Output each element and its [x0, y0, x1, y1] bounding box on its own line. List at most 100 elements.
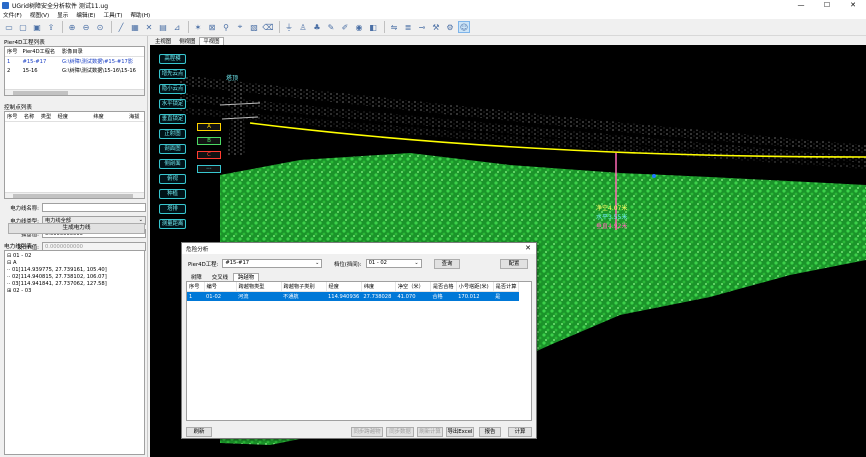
query-button[interactable]: 查询 [434, 259, 460, 269]
paint-icon[interactable]: ✎ [325, 21, 337, 33]
tree-node-point[interactable]: ·· 01[114.939775, 27.739161, 105.40] [7, 267, 142, 274]
horizontal-scrollbar[interactable] [5, 192, 144, 198]
col-lat[interactable]: 纬度 [361, 282, 396, 292]
chart-tool-icon[interactable]: ▤ [157, 21, 169, 33]
save-icon[interactable]: ▣ [31, 21, 43, 33]
col-subtype[interactable]: 跨越物子类别 [281, 282, 327, 292]
link-icon[interactable]: ⚲ [220, 21, 232, 33]
phase-a-button[interactable]: A [197, 123, 221, 131]
flip-icon[interactable]: ⇋ [388, 21, 400, 33]
image-icon[interactable]: ▧ [248, 21, 260, 33]
grid-tool-icon[interactable]: ▦ [129, 21, 141, 33]
settings-icon[interactable]: ⚙ [444, 21, 456, 33]
tree-node-span-02-03[interactable]: ⊞ 02 - 03 [7, 288, 142, 295]
control-point-list[interactable]: 序号 名称 类型 经度 纬度 海拔 [4, 111, 145, 199]
clean-icon[interactable]: ✶ [192, 21, 204, 33]
ctrl-col-lat[interactable]: 纬度 [91, 112, 128, 122]
close-button[interactable]: ✕ [840, 0, 866, 10]
ctrl-col-name[interactable]: 名称 [21, 112, 39, 122]
refresh-button[interactable]: 刷新 [186, 427, 212, 437]
tree-node-phase-a[interactable]: ⊟ A [7, 260, 142, 267]
menu-view[interactable]: 视图(V) [30, 11, 49, 19]
col-index[interactable]: 序号 [187, 282, 205, 292]
ortho-button[interactable]: 正射图 [159, 129, 186, 139]
zoom-fit-icon[interactable]: ⊙ [94, 21, 106, 33]
tower-icon[interactable]: ♙ [297, 21, 309, 33]
table-row[interactable]: 1 01-02 河流 不通航 114.940936 27.738028 41.0… [187, 291, 519, 301]
menu-tools[interactable]: 工具(T) [103, 11, 122, 19]
tree-node-point[interactable]: ·· 03[114.941841, 27.737062, 127.58] [7, 281, 142, 288]
horizontal-scrollbar[interactable] [5, 89, 144, 95]
report-button[interactable]: 报告 [479, 427, 501, 437]
compute-button[interactable]: 计算 [508, 427, 532, 437]
pier-project-list[interactable]: 序号 Pier4D工程名 影像目录 1 #15-#17 G:\树障\测试数据\#… [4, 46, 145, 96]
ctrl-col-type[interactable]: 类型 [38, 112, 56, 122]
span-select[interactable]: 01 - 02 ⌄ [365, 259, 422, 268]
hide-points-button[interactable]: 隐小云点 [159, 84, 186, 94]
close-icon[interactable]: ✕ [525, 244, 531, 252]
ctrl-col-lon[interactable]: 经度 [55, 112, 92, 122]
menu-edit[interactable]: 编辑(E) [76, 11, 95, 19]
tree-node-span-01-02[interactable]: ⊟ 01 - 02 [7, 253, 142, 260]
menu-display[interactable]: 显示 [57, 11, 68, 19]
zoom-out-icon[interactable]: ⊖ [80, 21, 92, 33]
top-view-button[interactable]: 俯视 [159, 174, 186, 184]
config-button[interactable]: 配置 [500, 259, 528, 269]
phase-b-button[interactable]: B [197, 137, 221, 145]
open-folder-icon[interactable]: ▭ [3, 21, 15, 33]
tree-node-point[interactable]: ·· 02[114.940815, 27.738102, 106.07] [7, 274, 142, 281]
tab-plan-view[interactable]: 平视图 [199, 37, 224, 45]
person-icon[interactable]: ☺ [458, 21, 470, 33]
layers-icon[interactable]: ≣ [402, 21, 414, 33]
tree-icon[interactable]: ♣ [311, 21, 323, 33]
vertical-lock-button[interactable]: 垂直锁定 [159, 114, 186, 124]
table-row[interactable]: 2 15-16 G:\树障\测试数据\15-16\15-16 [5, 66, 144, 75]
col-type[interactable]: 跨越物类型 [236, 282, 282, 292]
measure-icon[interactable]: ⊸ [416, 21, 428, 33]
pin-icon[interactable]: ⌖ [234, 21, 246, 33]
pier-col-index[interactable]: 序号 [5, 47, 21, 57]
section-button[interactable]: 剖面图 [159, 144, 186, 154]
horizontal-lock-button[interactable]: 水平锁定 [159, 99, 186, 109]
tab-main-view[interactable]: 主视图 [151, 37, 175, 45]
project-select[interactable]: #15-#17 ⌄ [222, 259, 323, 268]
col-tower-distance[interactable]: 小号塔距(米) [456, 282, 494, 292]
col-lon[interactable]: 经度 [326, 282, 362, 292]
wrench-icon[interactable]: ⚒ [430, 21, 442, 33]
ground-points-button[interactable]: ⋯ [197, 165, 221, 173]
zoom-in-icon[interactable]: ⊕ [66, 21, 78, 33]
delete-box-icon[interactable]: ⊠ [206, 21, 218, 33]
elevation-mode-button[interactable]: 高程模 [159, 54, 186, 64]
export-excel-button[interactable]: 导出Excel [446, 427, 474, 437]
menu-file[interactable]: 文件(F) [3, 11, 22, 19]
export-icon[interactable]: ⇪ [45, 21, 57, 33]
measure-distance-button[interactable]: 测量距离 [159, 219, 186, 229]
pylon-icon[interactable]: ⏚ [283, 21, 295, 33]
pen-icon[interactable]: ✐ [339, 21, 351, 33]
minimize-button[interactable]: — [788, 0, 814, 10]
plant-button[interactable]: 种植 [159, 189, 186, 199]
maximize-button[interactable]: ☐ [814, 0, 840, 10]
table-row[interactable]: 1 #15-#17 G:\树障\测试数据\#15-#17影 [5, 57, 144, 67]
sync-crossing-button[interactable]: 同步跨越物 [351, 427, 383, 437]
power-line-tree[interactable]: ⊟ 01 - 02 ⊟ A ·· 01[114.939775, 27.73916… [4, 250, 145, 455]
phase-c-button[interactable]: C [197, 151, 221, 159]
menu-help[interactable]: 帮助(H) [130, 11, 150, 19]
ctrl-col-alt[interactable]: 海拔 [127, 112, 144, 122]
tab-side-view[interactable]: 侧视图 [175, 37, 199, 45]
col-qualified[interactable]: 是否合格 [430, 282, 457, 292]
ruler-tool-icon[interactable]: ⊿ [171, 21, 183, 33]
crossing-object-table[interactable]: 序号 编号 跨越物类型 跨越物子类别 经度 纬度 净空（米） 是否合格 小号塔距… [186, 281, 532, 421]
col-clearance[interactable]: 净空（米） [395, 282, 431, 292]
sync-data-button[interactable]: 同步数据 [386, 427, 414, 437]
side-section-button[interactable]: 侧剖面 [159, 159, 186, 169]
pier-col-dir[interactable]: 影像目录 [59, 47, 144, 57]
col-computed[interactable]: 是否计算 [493, 282, 520, 292]
pier-col-name[interactable]: Pier4D工程名 [20, 47, 60, 57]
mirror-icon[interactable]: ◧ [367, 21, 379, 33]
line-name-input[interactable] [42, 203, 146, 212]
generate-line-button[interactable]: 生成电力线 [8, 223, 145, 234]
eraser-icon[interactable]: ⌫ [262, 21, 274, 33]
eye-icon[interactable]: ◉ [353, 21, 365, 33]
new-file-icon[interactable]: ▢ [17, 21, 29, 33]
